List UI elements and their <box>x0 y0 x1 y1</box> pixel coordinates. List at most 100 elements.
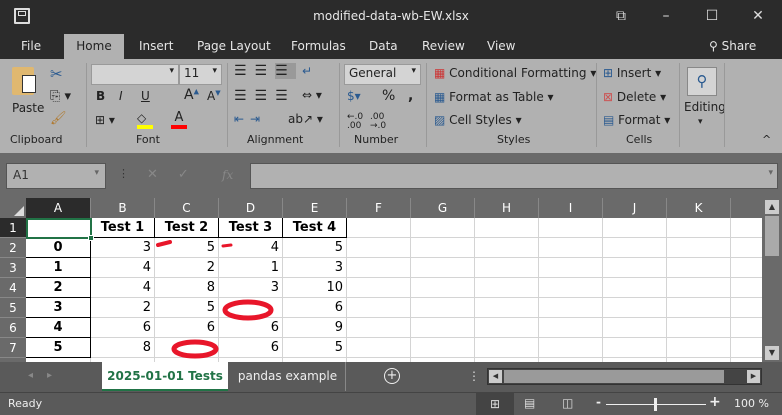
font-name-combo[interactable]: ▾ <box>91 64 179 85</box>
data-cell[interactable]: 10 <box>283 278 347 298</box>
name-box[interactable]: A1 ▾ <box>6 163 106 189</box>
horizontal-align-icons[interactable]: ☰☰☰ <box>234 88 296 104</box>
zoom-in-button[interactable]: + <box>709 394 721 410</box>
insert-cells-button[interactable]: ⊞ Insert ▾ <box>603 66 661 80</box>
minimize-button[interactable]: – <box>643 0 689 32</box>
cell[interactable] <box>539 218 603 238</box>
underline-button[interactable]: U <box>141 89 150 103</box>
row-header[interactable]: 4 <box>0 278 26 298</box>
index-cell[interactable]: 4 <box>26 318 91 338</box>
tab-insert[interactable]: Insert <box>130 34 182 59</box>
select-all-button[interactable] <box>0 198 26 218</box>
column-header[interactable]: H <box>475 198 539 218</box>
vertical-scrollbar[interactable]: ▲ ▼ <box>762 198 782 362</box>
cell[interactable] <box>667 338 731 358</box>
column-header[interactable]: J <box>603 198 667 218</box>
row-header[interactable]: 1 <box>0 218 26 238</box>
share-button[interactable]: ⚲ Share <box>700 34 765 59</box>
column-header[interactable]: C <box>155 198 219 218</box>
header-cell[interactable]: Test 4 <box>283 218 347 238</box>
formula-input[interactable]: ▾ <box>250 163 778 189</box>
data-cell[interactable]: 4 <box>219 238 283 258</box>
indent-icons[interactable]: ⇤⇥ <box>234 112 266 126</box>
cell[interactable] <box>731 278 762 298</box>
cell[interactable] <box>475 318 539 338</box>
tab-data[interactable]: Data <box>360 34 407 59</box>
cell[interactable] <box>603 318 667 338</box>
cell[interactable] <box>667 278 731 298</box>
tab-view[interactable]: View <box>478 34 524 59</box>
tab-home[interactable]: Home <box>64 34 124 59</box>
cell[interactable] <box>731 218 762 238</box>
cell[interactable] <box>347 238 411 258</box>
cell-styles-button[interactable]: ▨ Cell Styles ▾ <box>434 113 522 127</box>
data-cell[interactable]: 3 <box>91 238 155 258</box>
cell[interactable] <box>347 338 411 358</box>
data-cell[interactable]: 2 <box>155 258 219 278</box>
header-cell[interactable]: Test 2 <box>155 218 219 238</box>
cell[interactable] <box>667 298 731 318</box>
cell[interactable] <box>603 218 667 238</box>
cell[interactable] <box>475 338 539 358</box>
data-cell[interactable] <box>219 298 283 318</box>
data-cell[interactable]: 6 <box>155 318 219 338</box>
cut-icon[interactable]: ✂ <box>50 65 63 83</box>
data-cell[interactable]: 8 <box>155 278 219 298</box>
cell[interactable] <box>539 338 603 358</box>
cell[interactable] <box>603 238 667 258</box>
restore-icon[interactable]: ⧉ <box>598 0 644 32</box>
cell[interactable] <box>411 278 475 298</box>
close-button[interactable]: ✕ <box>735 0 781 32</box>
zoom-slider-thumb[interactable] <box>654 398 657 411</box>
percent-button[interactable]: % <box>382 88 395 104</box>
cell[interactable] <box>411 338 475 358</box>
row-header[interactable]: 5 <box>0 298 26 318</box>
cell[interactable] <box>603 278 667 298</box>
cell[interactable] <box>539 238 603 258</box>
cell[interactable] <box>475 238 539 258</box>
data-cell[interactable]: 5 <box>155 238 219 258</box>
fill-color-icon[interactable]: ◇ <box>137 111 153 129</box>
data-cell[interactable]: 4 <box>91 278 155 298</box>
sheet-tab-active[interactable]: 2025-01-01 Tests <box>102 362 228 391</box>
format-painter-icon[interactable]: 🖌 <box>50 111 67 126</box>
cell[interactable] <box>667 258 731 278</box>
cell[interactable] <box>667 238 731 258</box>
tab-review[interactable]: Review <box>413 34 474 59</box>
cell[interactable] <box>603 338 667 358</box>
cell[interactable] <box>347 278 411 298</box>
header-cell[interactable]: Test 1 <box>91 218 155 238</box>
scroll-right-icon[interactable]: ▶ <box>747 370 760 383</box>
horizontal-scrollbar[interactable]: ◀ ▶ <box>487 368 762 385</box>
sheet-tab[interactable]: pandas example <box>230 362 346 391</box>
paste-icon[interactable] <box>12 67 36 95</box>
row-header[interactable]: 2 <box>0 238 26 258</box>
data-cell[interactable]: 6 <box>219 318 283 338</box>
format-cells-button[interactable]: ▤ Format ▾ <box>603 113 670 127</box>
column-header[interactable]: B <box>91 198 155 218</box>
add-sheet-icon[interactable]: + <box>384 368 400 384</box>
page-break-view-icon[interactable]: ◫ <box>562 396 573 410</box>
column-header[interactable]: D <box>219 198 283 218</box>
tab-formulas[interactable]: Formulas <box>282 34 355 59</box>
zoom-out-button[interactable]: - <box>596 395 601 409</box>
scroll-left-icon[interactable]: ◀ <box>489 370 502 383</box>
sheet-nav-icons[interactable]: ◂▸ <box>28 370 66 381</box>
cell[interactable] <box>539 318 603 338</box>
column-header[interactable]: A <box>26 198 91 218</box>
data-cell[interactable]: 5 <box>155 298 219 318</box>
cell[interactable] <box>475 258 539 278</box>
cell[interactable] <box>731 298 762 318</box>
cell[interactable] <box>667 318 731 338</box>
cell[interactable] <box>347 318 411 338</box>
cell[interactable] <box>411 218 475 238</box>
normal-view-icon[interactable]: ⊞ <box>476 393 514 415</box>
index-cell[interactable]: 3 <box>26 298 91 318</box>
cell[interactable] <box>411 238 475 258</box>
cell[interactable] <box>475 278 539 298</box>
scroll-thumb[interactable] <box>504 370 724 383</box>
chevron-down-icon[interactable]: ▾ <box>698 117 703 127</box>
cell[interactable] <box>667 218 731 238</box>
row-header[interactable]: 3 <box>0 258 26 278</box>
data-cell[interactable]: 1 <box>219 258 283 278</box>
